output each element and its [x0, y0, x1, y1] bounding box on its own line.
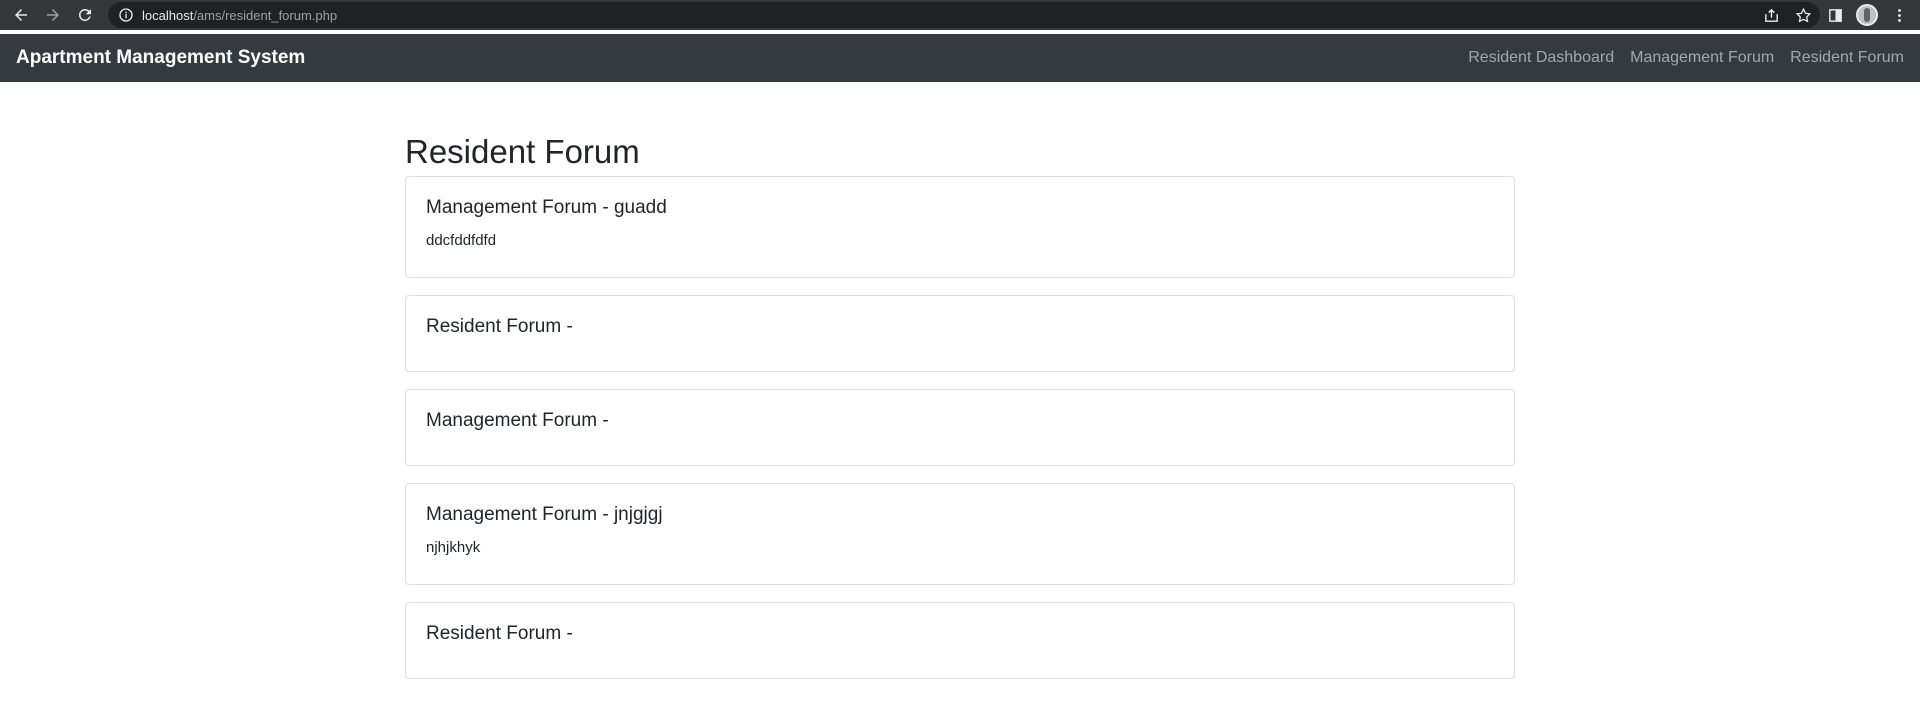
url-path: /ams/resident_forum.php [193, 7, 338, 23]
browser-actions [1752, 0, 1920, 30]
info-icon[interactable] [118, 7, 134, 23]
address-bar[interactable]: localhost/ams/resident_forum.php [108, 2, 1820, 28]
star-icon [1795, 7, 1811, 23]
page-title: Resident Forum [405, 133, 640, 170]
forum-post-card: Management Forum - [405, 389, 1515, 467]
arrow-left-icon [15, 9, 27, 21]
post-title: Resident Forum - [426, 623, 573, 645]
share-icon [1764, 8, 1778, 22]
forum-post-card: Management Forum - jnjgjgj njhjkhyk [405, 483, 1515, 586]
reload-button[interactable] [72, 2, 98, 28]
post-body: ddcfddfdfd [426, 232, 497, 250]
nav-link-resident-dashboard[interactable]: Resident Dashboard [1468, 49, 1614, 67]
nav-link-management-forum[interactable]: Management Forum [1630, 49, 1774, 67]
navbar-brand[interactable]: Apartment Management System [16, 47, 305, 69]
browser-toolbar: localhost/ams/resident_forum.php [0, 0, 1920, 30]
side-panel-icon [1828, 8, 1842, 22]
post-title: Resident Forum - [426, 316, 573, 338]
forum-post-card: Resident Forum - [405, 295, 1515, 373]
bookmark-button[interactable] [1790, 2, 1816, 28]
more-vertical-icon [1897, 8, 1901, 22]
post-title: Management Forum - jnjgjgj [426, 504, 663, 526]
main-content: Resident Forum Management Forum - guadd … [405, 82, 1515, 680]
post-body: njhjkhyk [426, 539, 481, 557]
post-title: Management Forum - [426, 410, 609, 432]
profile-button[interactable] [1854, 2, 1880, 28]
menu-button[interactable] [1886, 2, 1912, 28]
url-text: localhost/ams/resident_forum.php [142, 8, 337, 23]
post-title: Management Forum - guadd [426, 197, 667, 219]
side-panel-button[interactable] [1822, 2, 1848, 28]
arrow-right-icon [47, 9, 59, 21]
back-button[interactable] [8, 2, 34, 28]
forum-post-card: Resident Forum - [405, 602, 1515, 680]
nav-links: Resident Dashboard Management Forum Resi… [1452, 49, 1904, 67]
app-navbar: Apartment Management System Resident Das… [0, 34, 1920, 82]
url-host: localhost [142, 7, 194, 23]
reload-icon [78, 8, 91, 21]
avatar [1856, 4, 1878, 26]
share-button[interactable] [1758, 2, 1784, 28]
forward-button[interactable] [40, 2, 66, 28]
nav-link-resident-forum[interactable]: Resident Forum [1790, 49, 1904, 67]
forum-post-card: Management Forum - guadd ddcfddfdfd [405, 176, 1515, 279]
